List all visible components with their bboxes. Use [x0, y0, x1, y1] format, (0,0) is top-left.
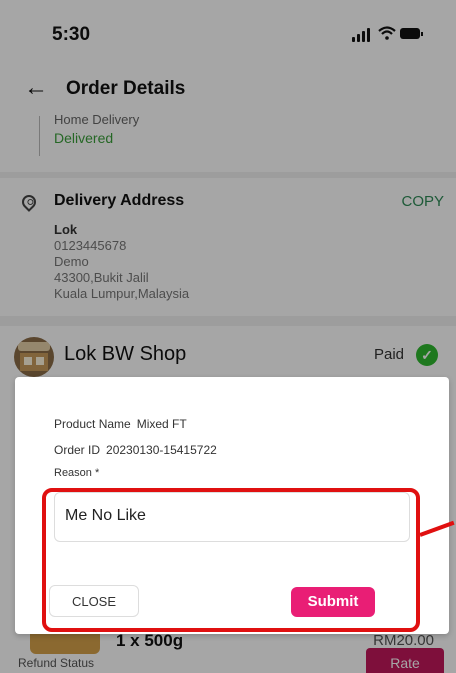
- order-details-screen: 5:30 ← Order Details Home Delivery Deliv…: [0, 0, 456, 673]
- annotation-highlight-box: [42, 488, 420, 632]
- order-id-row: Order ID 20230130-15415722: [54, 443, 217, 457]
- order-id-value: 20230130-15415722: [106, 443, 217, 457]
- product-name-label: Product Name: [54, 417, 131, 431]
- reason-label: Reason *: [54, 467, 100, 479]
- order-id-label: Order ID: [54, 443, 101, 457]
- product-name-value: Mixed FT: [136, 417, 187, 431]
- product-name-row: Product Name Mixed FT: [54, 417, 187, 431]
